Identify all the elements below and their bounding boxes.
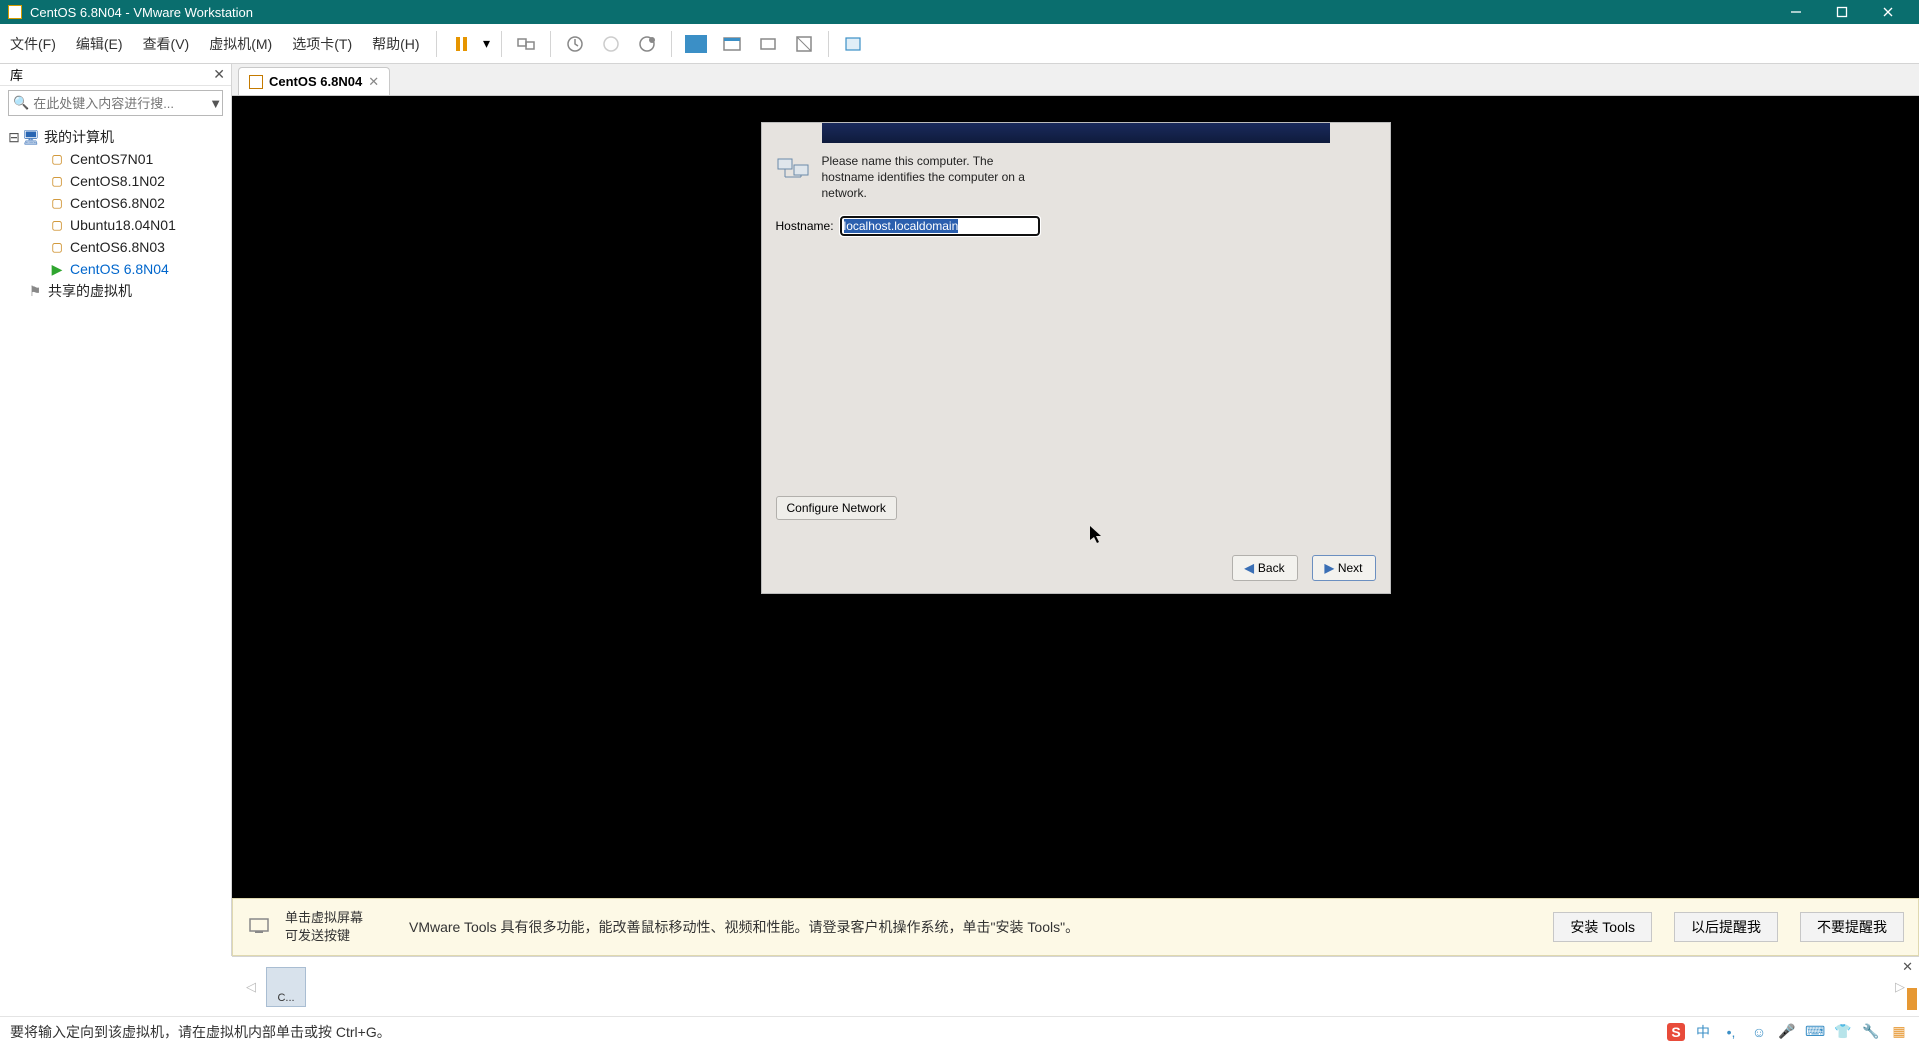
- stretch-icon[interactable]: [750, 26, 786, 62]
- back-button[interactable]: ◀ Back: [1232, 555, 1298, 581]
- tree-vm[interactable]: ▢ CentOS7N01: [4, 148, 227, 170]
- unity-icon[interactable]: [786, 26, 822, 62]
- revert-snapshot-icon[interactable]: [593, 26, 629, 62]
- menu-edit[interactable]: 编辑(E): [66, 24, 133, 63]
- menu-vm[interactable]: 虚拟机(M): [199, 24, 282, 63]
- minimize-button[interactable]: [1773, 0, 1819, 24]
- maximize-button[interactable]: [1819, 0, 1865, 24]
- tree-vm[interactable]: ▢ Ubuntu18.04N01: [4, 214, 227, 236]
- menu-view[interactable]: 查看(V): [133, 24, 200, 63]
- search-input[interactable]: [33, 96, 209, 111]
- send-ctrl-alt-del-icon[interactable]: [508, 26, 544, 62]
- vm-icon: ▢: [48, 173, 66, 189]
- menu-help[interactable]: 帮助(H): [362, 24, 429, 63]
- ime-lang-icon[interactable]: 中: [1693, 1022, 1713, 1042]
- library-panel: 库 ✕ 🔍 ▼ ⊟ 🖥 我的计算机 ▢ CentOS7N01 ▢ CentOS8…: [0, 64, 232, 956]
- view-console-icon[interactable]: [678, 26, 714, 62]
- ime-mic-icon[interactable]: 🎤: [1777, 1023, 1797, 1040]
- search-dropdown-icon[interactable]: ▼: [209, 96, 222, 111]
- hint-line1: 单击虚拟屏幕: [285, 909, 395, 927]
- next-button[interactable]: ▶ Next: [1312, 555, 1376, 581]
- tree-vm[interactable]: ▢ CentOS6.8N02: [4, 192, 227, 214]
- configure-network-button[interactable]: Configure Network: [776, 496, 897, 520]
- installer-description: Please name this computer. The hostname …: [822, 153, 1032, 202]
- library-toggle-icon[interactable]: [835, 26, 871, 62]
- ime-skin-icon[interactable]: 👕: [1833, 1023, 1853, 1040]
- arrow-right-icon: ▶: [1325, 561, 1334, 575]
- library-search[interactable]: 🔍 ▼: [8, 90, 223, 116]
- hostname-input[interactable]: [840, 216, 1040, 236]
- installer-banner: [822, 123, 1330, 143]
- search-icon: 🔍: [13, 95, 29, 111]
- thumb-close-icon[interactable]: ✕: [1902, 959, 1913, 975]
- computer-icon: 🖥: [22, 129, 40, 145]
- vmware-tools-hint: 单击虚拟屏幕 可发送按键 VMware Tools 具有很多功能，能改善鼠标移动…: [232, 898, 1919, 956]
- ime-smile-icon[interactable]: ☺: [1749, 1024, 1769, 1040]
- menubar: 文件(F) 编辑(E) 查看(V) 虚拟机(M) 选项卡(T) 帮助(H) ▾: [0, 24, 1919, 64]
- hint-line2: 可发送按键: [285, 927, 395, 945]
- hint-message: VMware Tools 具有很多功能，能改善鼠标移动性、视频和性能。请登录客户…: [409, 917, 1531, 937]
- tab-bar: CentOS 6.8N04 ✕: [232, 64, 1919, 96]
- vm-console[interactable]: Please name this computer. The hostname …: [232, 96, 1919, 898]
- back-label: Back: [1258, 561, 1285, 575]
- tree-vm-active[interactable]: ▶ CentOS 6.8N04: [4, 258, 227, 280]
- titlebar: CentOS 6.8N04 - VMware Workstation: [0, 0, 1919, 24]
- shared-icon: ⚑: [26, 283, 44, 299]
- library-title: 库: [10, 65, 23, 84]
- vm-running-icon: ▶: [48, 261, 66, 277]
- tree-label: 共享的虚拟机: [48, 281, 132, 301]
- app-icon: [8, 5, 22, 19]
- hint-icon: [247, 914, 271, 941]
- vm-icon: ▢: [48, 195, 66, 211]
- tree-vm[interactable]: ▢ CentOS6.8N03: [4, 236, 227, 258]
- tab-active[interactable]: CentOS 6.8N04 ✕: [238, 67, 390, 95]
- thumbnail-strip: ◁ C... ▷ ✕: [232, 956, 1919, 1016]
- view-fullscreen-icon[interactable]: [714, 26, 750, 62]
- ime-sogou-icon[interactable]: S: [1667, 1023, 1685, 1041]
- tab-label: CentOS 6.8N04: [269, 74, 362, 89]
- tree-shared-vms[interactable]: ⚑ 共享的虚拟机: [4, 280, 227, 302]
- tree-label: CentOS 6.8N04: [70, 261, 169, 277]
- hostname-icon: [776, 153, 812, 187]
- snapshot-icon[interactable]: [557, 26, 593, 62]
- guest-installer-dialog: Please name this computer. The hostname …: [761, 122, 1391, 594]
- never-remind-button[interactable]: 不要提醒我: [1800, 912, 1904, 942]
- dropdown-icon[interactable]: ▾: [479, 26, 495, 62]
- menu-tabs[interactable]: 选项卡(T): [282, 24, 362, 63]
- menu-file[interactable]: 文件(F): [0, 24, 66, 63]
- tree-label: Ubuntu18.04N01: [70, 217, 176, 233]
- tree-label: CentOS7N01: [70, 151, 153, 167]
- arrow-left-icon: ◀: [1245, 561, 1254, 575]
- manage-snapshot-icon[interactable]: [629, 26, 665, 62]
- next-label: Next: [1338, 561, 1363, 575]
- vm-icon: ▢: [48, 239, 66, 255]
- hostname-label: Hostname:: [776, 219, 834, 233]
- ime-punct-icon[interactable]: •,: [1721, 1024, 1741, 1040]
- vm-icon: ▢: [48, 217, 66, 233]
- tab-vm-icon: [249, 75, 263, 89]
- pause-icon[interactable]: [443, 26, 479, 62]
- ime-keyboard-icon[interactable]: ⌨: [1805, 1023, 1825, 1040]
- ime-grid-icon[interactable]: ▦: [1889, 1023, 1909, 1040]
- window-title: CentOS 6.8N04 - VMware Workstation: [30, 5, 253, 20]
- resize-handle-icon[interactable]: [1907, 988, 1917, 1010]
- tree-label: CentOS6.8N02: [70, 195, 165, 211]
- vm-thumbnail[interactable]: C...: [266, 967, 306, 1007]
- tree-vm[interactable]: ▢ CentOS8.1N02: [4, 170, 227, 192]
- status-bar: 要将输入定向到该虚拟机，请在虚拟机内部单击或按 Ctrl+G。 S 中 •, ☺…: [0, 1016, 1919, 1046]
- tree-label: CentOS8.1N02: [70, 173, 165, 189]
- tree-root-my-computer[interactable]: ⊟ 🖥 我的计算机: [4, 126, 227, 148]
- close-button[interactable]: [1865, 0, 1911, 24]
- status-text: 要将输入定向到该虚拟机，请在虚拟机内部单击或按 Ctrl+G。: [10, 1022, 391, 1042]
- tree-label: 我的计算机: [44, 127, 114, 147]
- collapse-icon[interactable]: ⊟: [8, 129, 20, 146]
- tab-close-icon[interactable]: ✕: [368, 74, 379, 90]
- thumb-prev-icon[interactable]: ◁: [240, 979, 262, 995]
- library-close-icon[interactable]: ✕: [213, 66, 225, 83]
- vm-icon: ▢: [48, 151, 66, 167]
- tree-label: CentOS6.8N03: [70, 239, 165, 255]
- install-tools-button[interactable]: 安装 Tools: [1553, 912, 1652, 942]
- ime-tool-icon[interactable]: 🔧: [1861, 1023, 1881, 1040]
- remind-later-button[interactable]: 以后提醒我: [1674, 912, 1778, 942]
